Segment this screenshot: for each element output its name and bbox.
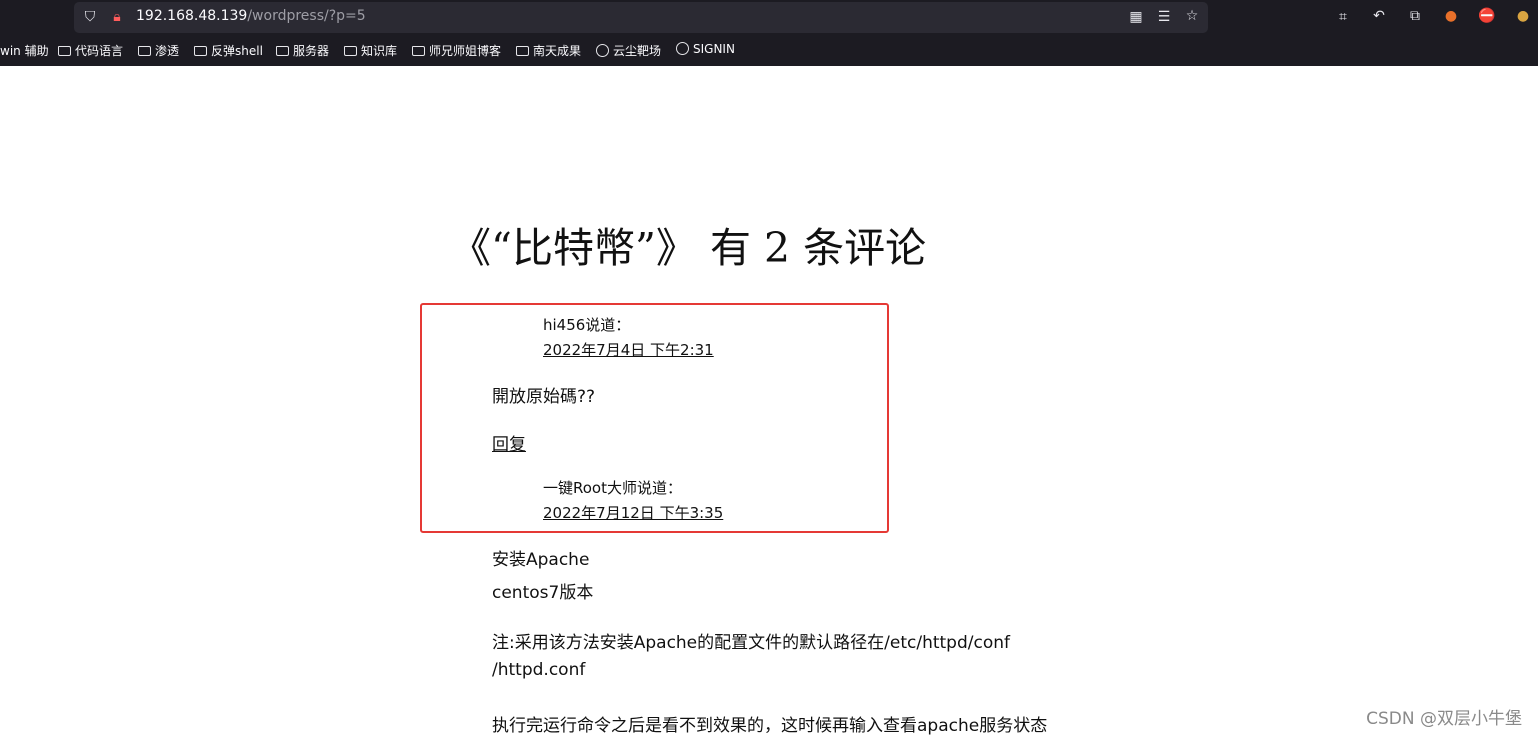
bookmark-label: 师兄师姐博客 [429,44,502,58]
reply-link[interactable]: 回复 [492,430,526,455]
bookmark-folder-servers[interactable]: 服务器 [276,42,329,59]
comment-date-link[interactable]: 2022年7月12日 下午3:35 [543,502,723,523]
highlight-box [420,303,889,533]
folder-icon [344,46,357,56]
comment-author: hi456说道： [543,316,631,334]
bookmarks-bar: win 辅助 代码语言 渗透 反弹shell 服务器 知识库 师兄师姐博客 南天… [0,41,1538,61]
cookie-icon[interactable]: ● [1514,8,1532,24]
comment-body-line: centos7版本 [492,583,594,603]
bookmark-label: 代码语言 [75,44,124,58]
folder-icon [194,46,207,56]
bookmark-win-assist[interactable]: win 辅助 [0,42,49,59]
bookmark-folder-reverse-shell[interactable]: 反弹shell [194,42,263,59]
folder-icon [276,46,289,56]
globe-icon [676,42,689,55]
bookmark-folder-knowledge[interactable]: 知识库 [344,42,397,59]
bookmark-folder-results[interactable]: 南天成果 [516,42,581,59]
comment-body-line: 注:采用该方法安装Apache的配置文件的默认路径在/etc/httpd/con… [492,633,1010,653]
comment-author: 一键Root大师说道： [543,479,682,497]
globe-icon [596,44,609,57]
fox-extension-icon[interactable]: ● [1442,8,1460,24]
bookmark-site-signin[interactable]: SIGNIN [676,42,735,56]
folder-icon [412,46,425,56]
comment-body-line: 安装Apache [492,550,590,570]
folder-icon [58,46,71,56]
comment-date-link[interactable]: 2022年7月4日 下午2:31 [543,339,714,360]
bookmark-label: 南天成果 [533,44,582,58]
bookmark-label: 云尘靶场 [613,44,662,58]
url-host: 192.168.48.139 [136,8,248,24]
folder-icon [138,46,151,56]
comment-body-line: /httpd.conf [492,660,586,680]
bookmark-label: win 辅助 [0,44,49,58]
folder-icon [516,46,529,56]
bookmark-star-icon[interactable]: ☆ [1183,8,1201,24]
browser-toolbar: ⛉ 🔒︎ 192.168.48.139/wordpress/?p=5 ▦ ☰ ☆… [0,0,1538,66]
bookmark-folder-pentest[interactable]: 渗透 [138,42,179,59]
url-text[interactable]: 192.168.48.139/wordpress/?p=5 [136,8,366,24]
comment-body-line: 执行完运行命令之后是看不到效果的，这时候再输入查看apache服务状态 [492,716,1048,736]
comment-body: 開放原始碼?? [492,387,596,407]
shield-icon[interactable]: ⛉ [81,9,99,25]
url-path: /wordpress/?p=5 [247,8,366,24]
bookmark-label: 反弹shell [211,44,263,58]
extensions-icon[interactable]: ⧉ [1406,8,1424,24]
bookmark-label: 服务器 [293,44,330,58]
insecure-lock-icon[interactable]: 🔒︎ [108,9,126,25]
bookmark-label: 知识库 [361,44,398,58]
block-extension-icon[interactable]: ⛔ [1478,8,1496,24]
crop-icon[interactable]: ⌗ [1334,9,1352,25]
back-arrow-icon[interactable]: ↶ [1370,8,1388,24]
bookmark-folder-code-lang[interactable]: 代码语言 [58,42,123,59]
bookmark-site-range[interactable]: 云尘靶场 [596,42,661,59]
bookmark-folder-blogs[interactable]: 师兄师姐博客 [412,42,501,59]
reader-view-icon[interactable]: ☰ [1155,9,1173,25]
qr-code-icon[interactable]: ▦ [1127,9,1145,25]
comments-title: 《“比特幣”》 有 2 条评论 [450,224,927,272]
csdn-watermark: CSDN @双层小牛堡 [1366,709,1522,729]
bookmark-label: SIGNIN [693,42,735,56]
bookmark-label: 渗透 [155,44,180,58]
